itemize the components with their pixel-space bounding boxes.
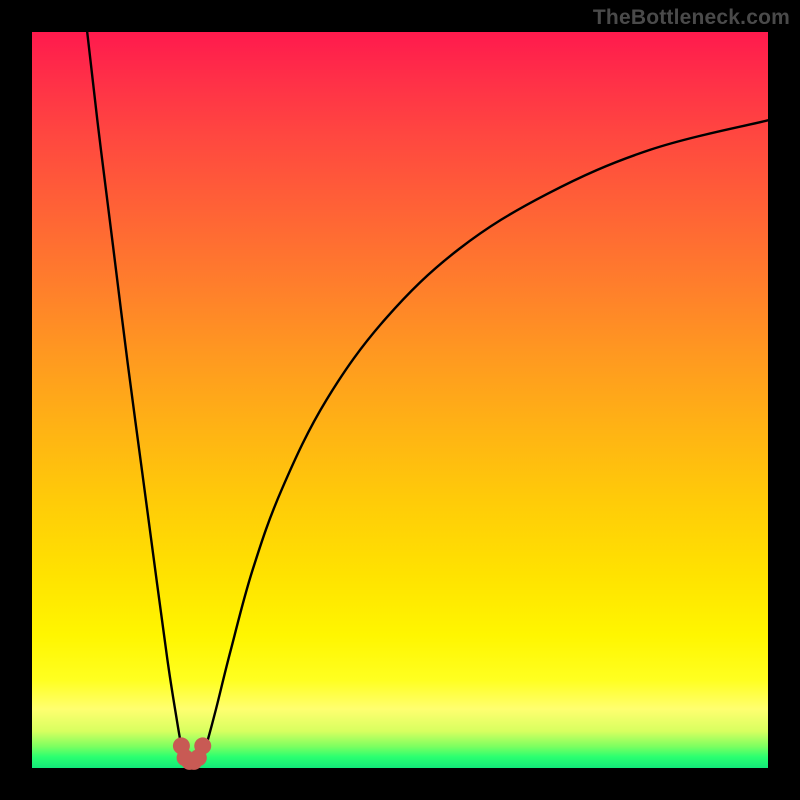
curve-layer — [32, 32, 768, 768]
attribution-text: TheBottleneck.com — [593, 6, 790, 30]
chart-frame: TheBottleneck.com — [0, 0, 800, 800]
valley-markers — [173, 737, 211, 769]
curve-right-branch — [203, 120, 768, 757]
plot-area — [32, 32, 768, 768]
curve-left-branch — [87, 32, 185, 757]
valley-marker — [194, 737, 211, 754]
